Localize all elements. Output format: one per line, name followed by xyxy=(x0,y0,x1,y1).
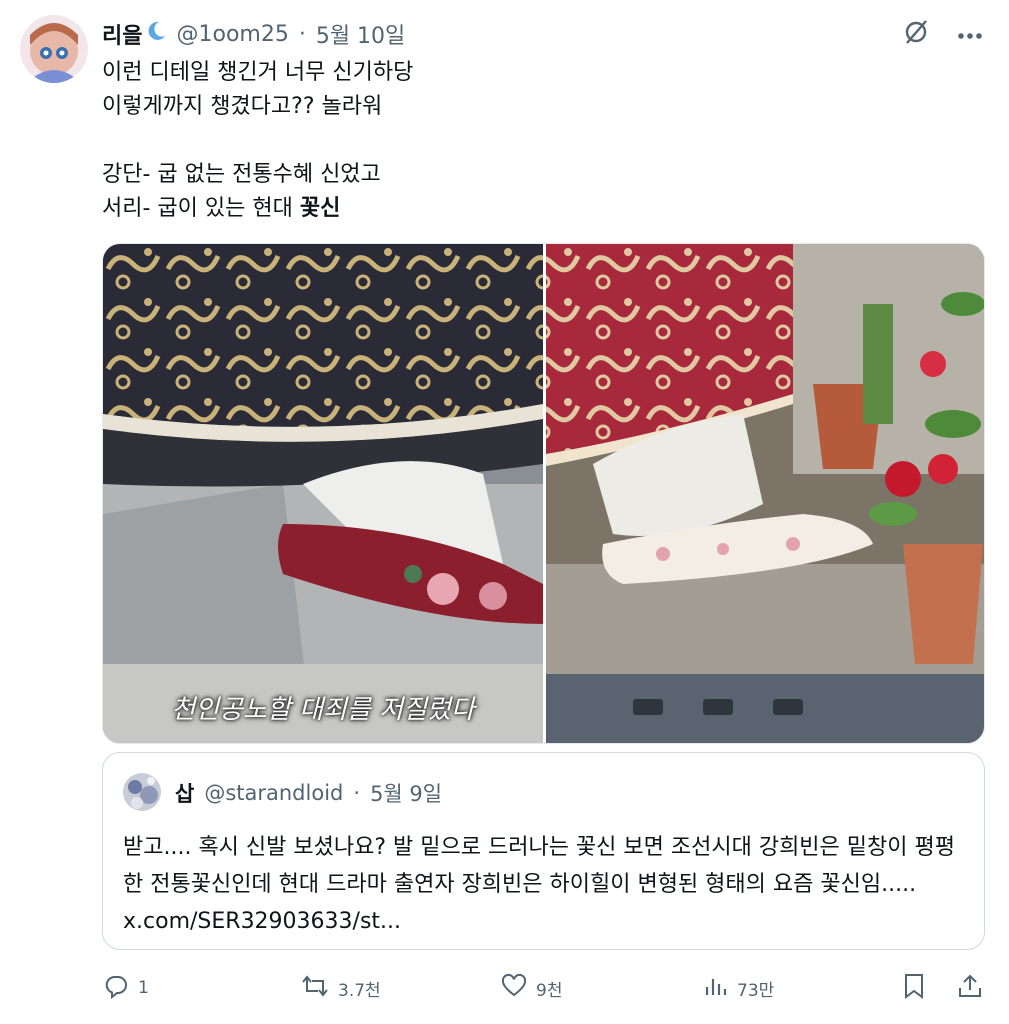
views-button[interactable]: 73만 xyxy=(703,968,774,1008)
left-photo xyxy=(103,244,543,743)
view-count: 73만 xyxy=(737,980,775,1001)
bookmark-icon xyxy=(902,972,926,1005)
tweet-line-3: 강단- 굽 없는 전통수혜 신었고 xyxy=(102,162,381,187)
retweet-count: 3.7천 xyxy=(338,980,381,1001)
more-icon[interactable] xyxy=(957,25,983,44)
views-icon xyxy=(703,973,729,1004)
quoted-tweet[interactable]: 삽 @starandloid · 5월 9일 받고.... 혹시 신발 보셨나요… xyxy=(102,752,985,950)
tweet-header: 리을 @1oom25 · 5월 10일 xyxy=(102,14,405,54)
right-photo xyxy=(546,244,984,743)
grok-icon[interactable] xyxy=(901,17,931,51)
quoted-author-name[interactable]: 삽 xyxy=(175,778,194,808)
reply-icon xyxy=(102,972,130,1005)
quoted-header: 삽 @starandloid · 5월 9일 xyxy=(175,775,442,811)
reply-count: 1 xyxy=(138,978,149,998)
like-icon xyxy=(500,972,528,1005)
tweet-text: 이런 디테일 챙긴거 너무 신기하당 이렇게까지 챙겼다고?? 놀라워 강단- … xyxy=(102,56,413,226)
media-photos xyxy=(103,244,984,743)
bookmark-button[interactable] xyxy=(902,968,926,1008)
author-avatar[interactable] xyxy=(20,15,88,83)
author-name[interactable]: 리을 xyxy=(102,18,142,50)
tweet-bold-word: 꽃신 xyxy=(299,196,341,221)
tweet-line-1: 이런 디테일 챙긴거 너무 신기하당 xyxy=(102,60,414,85)
quoted-date[interactable]: 5월 9일 xyxy=(370,778,442,808)
header-actions xyxy=(901,14,983,54)
share-button[interactable] xyxy=(957,968,983,1008)
action-bar: 1 3.7천 9천 73만 xyxy=(102,968,983,1008)
share-icon xyxy=(957,972,983,1005)
quoted-author-avatar[interactable] xyxy=(123,773,161,811)
like-count: 9천 xyxy=(536,980,563,1001)
media-caption: 천인공노할 대죄를 저질렀다 xyxy=(171,695,475,725)
author-handle[interactable]: @1oom25 xyxy=(176,22,288,47)
tweet-date[interactable]: 5월 10일 xyxy=(316,18,405,50)
tweet-line-4-text: 서리- 굽이 있는 현대 xyxy=(102,196,300,221)
retweet-button[interactable]: 3.7천 xyxy=(300,968,381,1008)
tweet-line-2: 이렇게까지 챙겼다고?? 놀라워 xyxy=(102,94,383,119)
separator-dot: · xyxy=(298,21,306,47)
like-button[interactable]: 9천 xyxy=(500,968,562,1008)
separator-dot: · xyxy=(353,781,361,805)
tweet-line-4: 서리- 굽이 있는 현대 꽃신 xyxy=(102,196,340,221)
quoted-author-handle[interactable]: @starandloid xyxy=(204,781,343,805)
moon-emoji-icon xyxy=(144,19,168,49)
reply-button[interactable]: 1 xyxy=(102,968,149,1008)
tweet-media[interactable]: 천인공노할 대죄를 저질렀다 xyxy=(102,243,985,744)
retweet-icon xyxy=(300,972,330,1005)
quoted-text: 받고.... 혹시 신발 보셨나요? 발 밑으로 드러나는 꽃신 보면 조선시대… xyxy=(123,835,955,934)
